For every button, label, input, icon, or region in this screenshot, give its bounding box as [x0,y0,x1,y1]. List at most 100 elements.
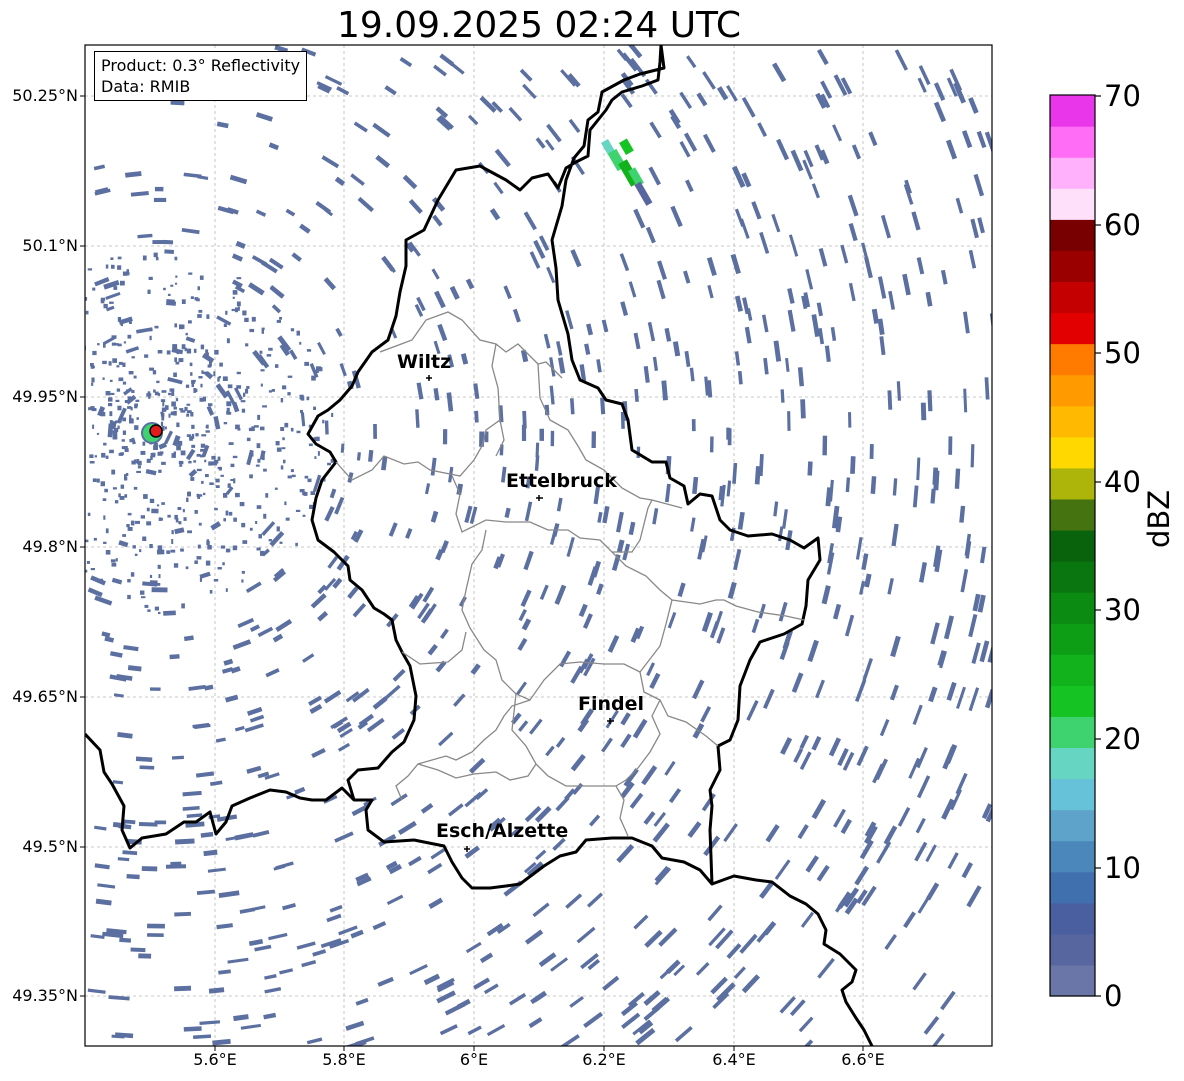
radar-echo [241,522,246,528]
radar-echo [265,493,269,498]
radar-echo [203,492,206,496]
radar-echo [100,299,105,304]
radar-echo [179,464,183,467]
radar-echo [225,588,228,592]
radar-echo [920,402,927,421]
radar-echo [32,488,35,492]
radar-echo [995,600,1004,621]
radar-echo [24,531,29,533]
radar-echo [62,505,65,508]
colorbar-segment [1050,250,1095,283]
radar-echo [191,424,195,429]
radar-echo [122,430,126,435]
radar-echo [117,256,122,260]
radar-echo [178,521,182,525]
radar-echo [237,428,241,431]
radar-echo [222,376,228,381]
radar-echo [190,412,194,417]
radar-echo [79,511,82,514]
radar-echo [307,478,312,483]
radar-echo [190,296,194,299]
colorbar-segment [1050,840,1095,873]
radar-echo [181,603,185,609]
radar-echo [948,436,953,455]
radar-echo [102,377,105,380]
radar-echo [133,459,137,463]
radar-echo [81,516,84,521]
radar-echo [127,334,132,339]
radar-echo [309,504,314,509]
radar-echo [152,370,157,375]
radar-echo [174,357,177,362]
radar-echo [373,423,377,439]
radar-echo [47,337,52,342]
radar-echo [130,407,133,411]
radar-echo [120,280,125,286]
radar-echo [246,386,250,389]
radar-echo [86,561,90,564]
radar-echo [201,434,207,437]
radar-echo [207,403,213,407]
radar-echo [157,504,160,507]
radar-echo [232,545,238,551]
radar-echo [261,327,265,330]
radar-echo [68,327,71,331]
radar-echo [149,544,153,549]
radar-echo [591,431,597,449]
radar-echo [166,550,171,554]
radar-echo [994,574,1002,598]
radar-echo [34,376,38,380]
radar-echo [276,319,281,323]
radar-echo [44,411,48,413]
radar-echo [126,524,130,528]
lon-tick-label: 6.4°E [712,1050,756,1069]
radar-echo [226,401,232,407]
radar-echo [157,350,163,354]
radar-echo [225,310,228,315]
radar-echo [92,287,96,291]
radar-echo [148,396,151,399]
radar-echo [147,933,164,938]
radar-echo [74,557,78,561]
radar-echo [295,509,301,512]
radar-echo [322,419,325,424]
radar-echo [200,383,203,388]
radar-echo [306,349,312,352]
radar-echo [30,444,32,448]
radar-echo [34,558,38,561]
radar-echo [848,412,852,428]
colorbar-segment [1050,778,1095,811]
radar-echo [970,444,975,468]
radar-echo [251,316,256,322]
radar-echo [215,485,220,488]
radar-echo [153,252,158,258]
radar-echo [178,460,184,465]
radar-echo [76,459,79,463]
radar-echo [691,419,696,432]
radar-echo [121,439,125,442]
radar-echo [14,501,17,505]
radar-echo [186,497,189,502]
radar-echo [194,560,198,564]
radar-echo [127,527,133,531]
radar-echo [68,281,71,285]
radar-echo [156,380,160,384]
radar-echo [79,464,81,468]
radar-echo [124,476,128,481]
radar-echo [474,410,479,423]
colorbar-segment [1050,809,1095,842]
radar-echo [231,308,236,312]
radar-echo [196,556,202,560]
radar-echo [3,427,8,431]
city-label-wiltz: Wiltz [397,351,452,373]
radar-echo [193,460,197,463]
radar-echo [257,458,261,463]
radar-echo [147,289,151,294]
city-label-findel: Findel [578,693,645,715]
radar-echo [52,524,55,528]
radar-echo [274,487,278,490]
radar-echo [208,461,213,465]
radar-echo [800,399,806,419]
radar-echo [168,413,171,418]
radar-echo [139,549,142,553]
